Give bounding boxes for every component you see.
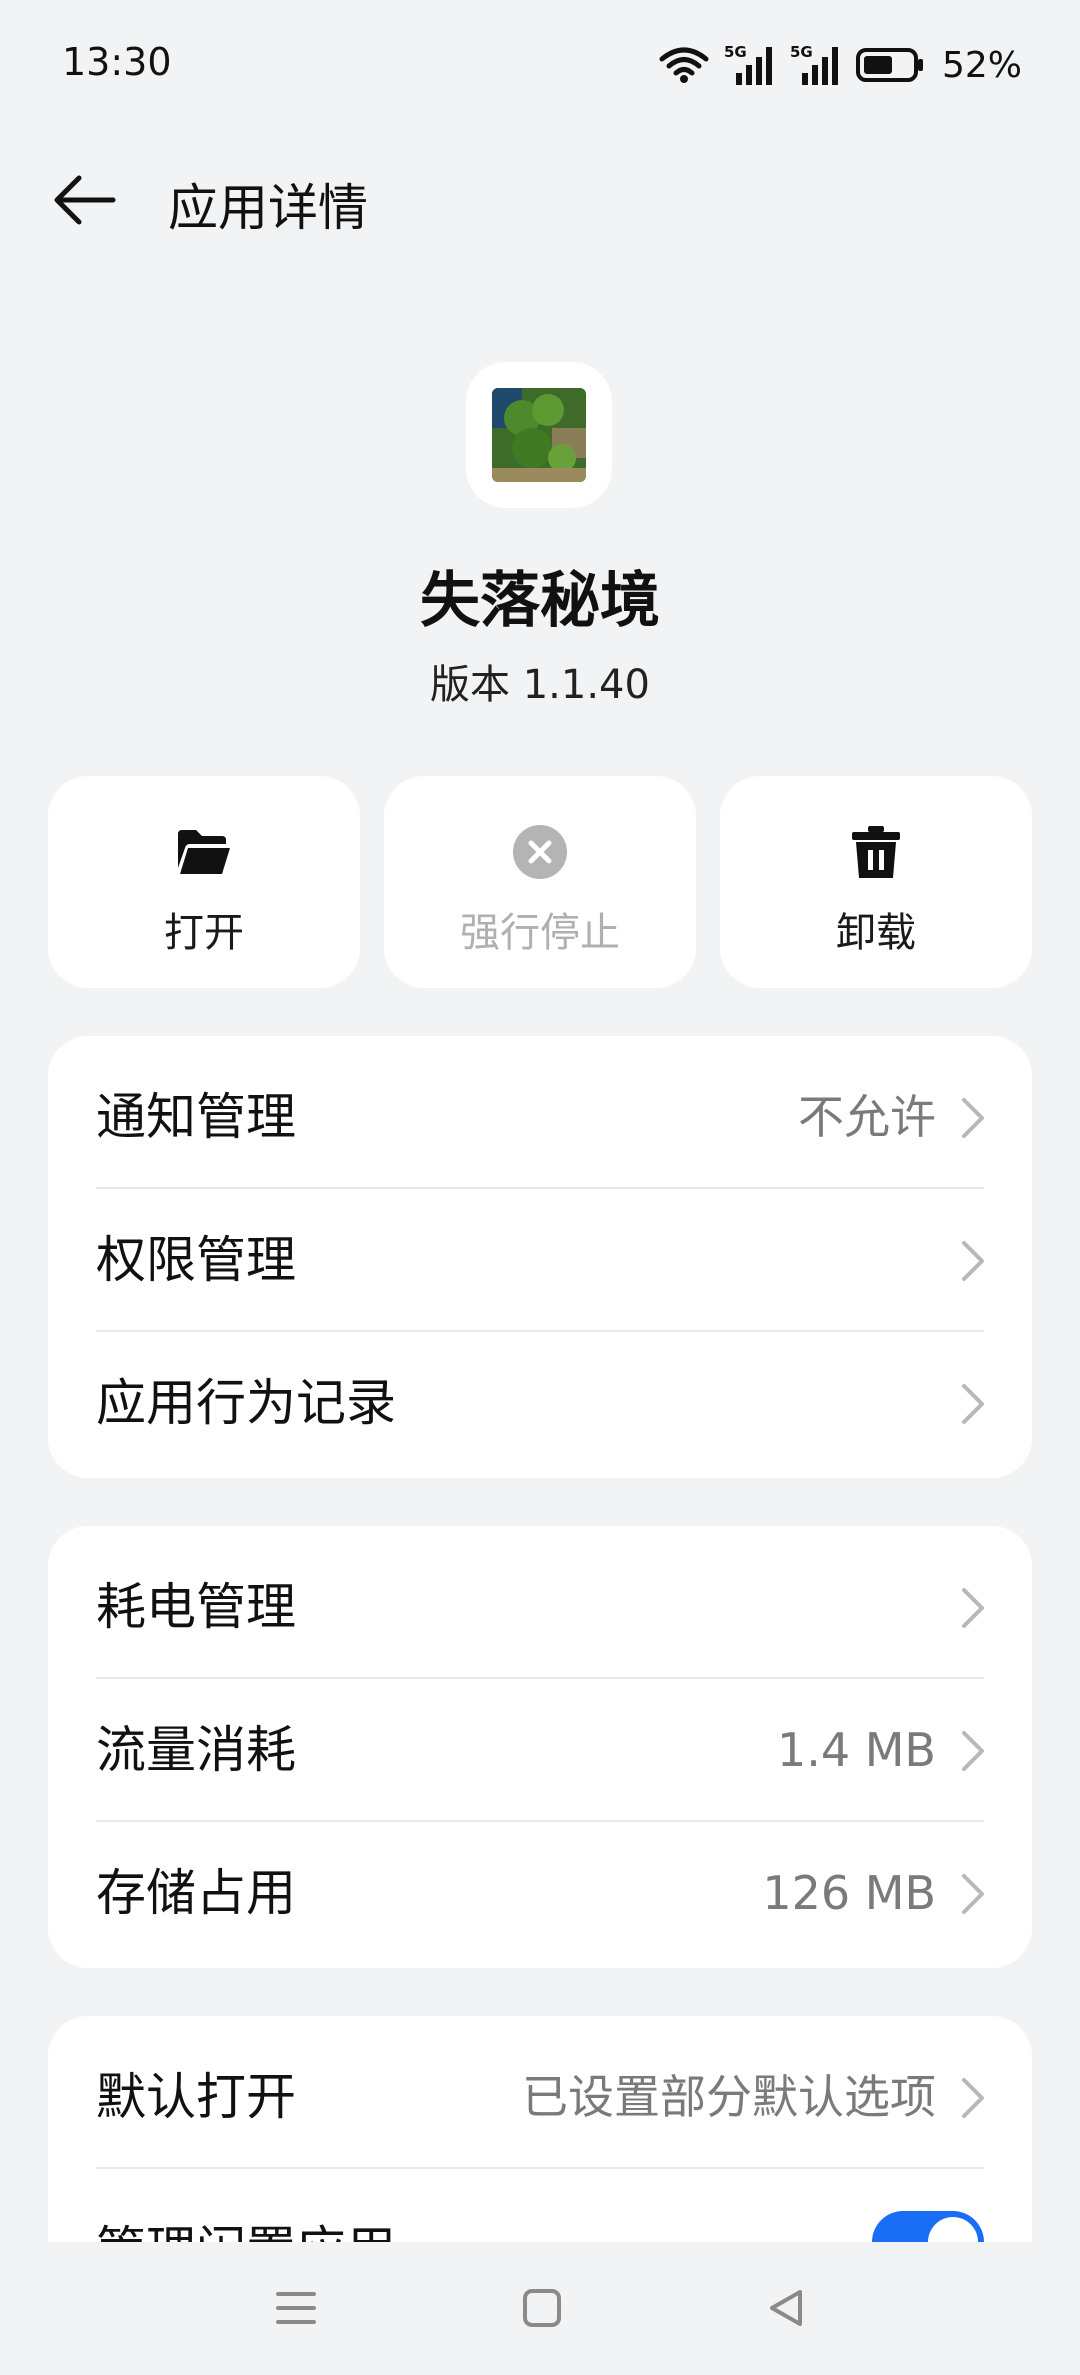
- back-button[interactable]: [40, 168, 130, 232]
- row-notification-management[interactable]: 通知管理 不允许: [48, 1046, 1032, 1189]
- row-value: 不允许: [798, 1090, 936, 1144]
- app-icon-container: [466, 362, 612, 508]
- row-data-usage[interactable]: 流量消耗 1.4 MB: [48, 1679, 1032, 1822]
- chevron-right-icon: [962, 2078, 984, 2118]
- menu-icon: [276, 2292, 316, 2324]
- row-value: 1.4 MB: [776, 1723, 936, 1777]
- folder-open-icon: [178, 830, 230, 874]
- action-buttons: 打开 强行停止 卸载: [48, 776, 1032, 988]
- battery-icon: [855, 48, 923, 82]
- wifi-icon: [659, 47, 709, 83]
- status-time: 13:30: [62, 40, 172, 84]
- close-circle-icon: [513, 825, 567, 879]
- uninstall-label: 卸载: [836, 910, 916, 956]
- uninstall-button[interactable]: 卸载: [720, 776, 1032, 988]
- app-name: 失落秘境: [420, 566, 660, 636]
- app-icon: [492, 388, 586, 482]
- row-label: 应用行为记录: [96, 1374, 396, 1432]
- row-label: 默认打开: [96, 2068, 296, 2126]
- chevron-right-icon: [962, 1731, 984, 1771]
- app-version: 版本 1.1.40: [430, 662, 650, 708]
- row-power-management[interactable]: 耗电管理: [48, 1536, 1032, 1679]
- force-stop-button[interactable]: 强行停止: [384, 776, 696, 988]
- signal-5g-icon: 5G: [790, 43, 838, 85]
- chevron-right-icon: [962, 1241, 984, 1281]
- nav-back-button[interactable]: [756, 2278, 816, 2338]
- home-button[interactable]: [512, 2278, 572, 2338]
- force-stop-label: 强行停止: [460, 910, 620, 956]
- back-triangle-icon: [770, 2290, 802, 2326]
- row-label: 存储占用: [96, 1864, 296, 1922]
- home-icon: [523, 2289, 561, 2327]
- row-permission-management[interactable]: 权限管理: [48, 1189, 1032, 1332]
- svg-text:5G: 5G: [724, 43, 747, 61]
- navigation-bar: [0, 2242, 1080, 2375]
- chevron-right-icon: [962, 1588, 984, 1628]
- row-label: 流量消耗: [96, 1721, 296, 1779]
- settings-card-2: 耗电管理 流量消耗 1.4 MB 存储占用 126 MB: [48, 1526, 1032, 1968]
- page-title: 应用详情: [168, 179, 368, 237]
- row-default-open[interactable]: 默认打开 已设置部分默认选项: [48, 2026, 1032, 2169]
- row-value: 126 MB: [762, 1866, 936, 1920]
- signal-5g-icon: 5G: [724, 43, 772, 85]
- chevron-right-icon: [962, 1384, 984, 1424]
- row-label: 权限管理: [96, 1231, 296, 1289]
- row-value: 已设置部分默认选项: [522, 2070, 936, 2124]
- svg-text:5G: 5G: [790, 43, 813, 61]
- chevron-right-icon: [962, 1098, 984, 1138]
- chevron-right-icon: [962, 1874, 984, 1914]
- trash-icon: [852, 826, 900, 878]
- status-bar: 13:30 5G 5G 52%: [0, 0, 1080, 130]
- row-label: 耗电管理: [96, 1578, 296, 1636]
- menu-button[interactable]: [266, 2278, 326, 2338]
- row-app-behavior-log[interactable]: 应用行为记录: [48, 1332, 1032, 1475]
- row-label: 通知管理: [96, 1088, 296, 1146]
- header: 应用详情: [0, 150, 1080, 250]
- open-label: 打开: [164, 910, 244, 956]
- battery-percent: 52%: [941, 44, 1022, 86]
- status-icons: 5G 5G 52%: [658, 40, 1022, 90]
- back-arrow-icon: [54, 175, 116, 225]
- settings-card-1: 通知管理 不允许 权限管理 应用行为记录: [48, 1036, 1032, 1478]
- open-button[interactable]: 打开: [48, 776, 360, 988]
- row-storage-usage[interactable]: 存储占用 126 MB: [48, 1822, 1032, 1965]
